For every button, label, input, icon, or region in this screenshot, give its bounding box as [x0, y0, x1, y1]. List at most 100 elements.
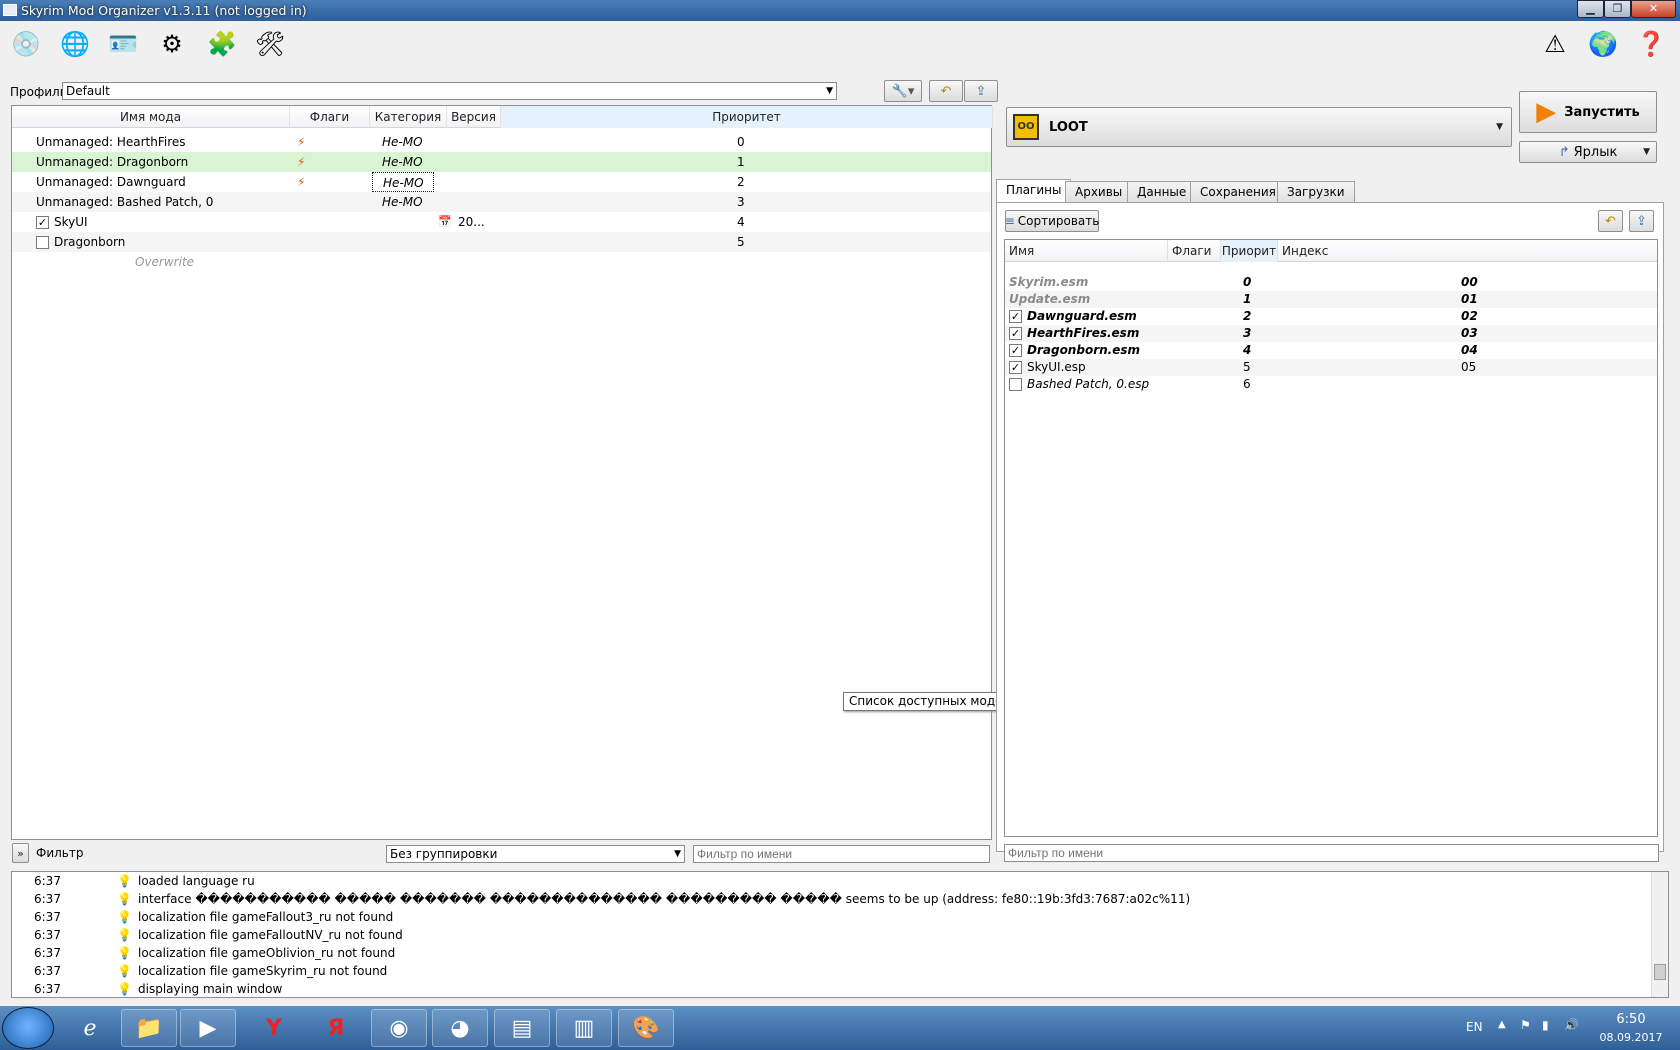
table-row[interactable]: Unmanaged: Dragonborn ⚡ Не-МО 1: [12, 152, 991, 172]
mod-name: Unmanaged: HearthFires: [36, 135, 186, 149]
volume-icon[interactable]: 🔊: [1564, 1018, 1579, 1032]
plugin-checkbox[interactable]: ✓: [1009, 327, 1022, 340]
table-row[interactable]: Dragonborn 5: [12, 232, 991, 252]
profiles-icon[interactable]: 🪪: [105, 27, 141, 61]
mod-checkbox[interactable]: [36, 236, 49, 249]
col-version[interactable]: Версия: [447, 106, 501, 128]
monitor-app-icon[interactable]: ◉: [371, 1009, 427, 1047]
mod-filter-input[interactable]: [693, 845, 990, 863]
col-plugin-flags[interactable]: Флаги: [1168, 240, 1221, 262]
explorer-icon[interactable]: 📁: [121, 1009, 177, 1047]
col-plugin-index[interactable]: Индекс: [1278, 240, 1659, 262]
sort-button[interactable]: ≡ Сортировать: [1005, 210, 1099, 232]
flag-icon: ⚡: [297, 135, 306, 149]
table-row[interactable]: Bashed Patch, 0.esp 6: [1005, 376, 1657, 393]
table-row[interactable]: Skyrim.esm 0 00: [1005, 274, 1657, 291]
tools-icon[interactable]: 🧩: [204, 27, 240, 61]
export-button[interactable]: ⇪: [964, 80, 998, 102]
table-row[interactable]: Unmanaged: HearthFires ⚡ Не-МО 0: [12, 132, 991, 152]
table-row[interactable]: Overwrite: [12, 252, 991, 272]
executables-gear-icon[interactable]: ⚙: [154, 27, 190, 61]
shortcut-button[interactable]: ↱ Ярлык ▼: [1519, 141, 1657, 163]
warning-icon[interactable]: ⚠: [1537, 27, 1573, 61]
plugin-checkbox[interactable]: ✓: [1009, 361, 1022, 374]
plugin-list[interactable]: Имя Флаги Приорит Индекс Skyrim.esm 0 00…: [1004, 239, 1658, 837]
log-entry: 6:37 💡 interface ����������� ����� �������…: [12, 890, 1632, 908]
mod-checkbox[interactable]: ✓: [36, 216, 49, 229]
log-time: 6:37: [34, 910, 61, 924]
mod-tools-button[interactable]: 🔧▾: [884, 80, 922, 102]
settings-icon[interactable]: 🛠: [252, 27, 288, 61]
run-label: Запустить: [1564, 104, 1640, 120]
table-row[interactable]: Update.esm 1 01: [1005, 291, 1657, 308]
undo-button[interactable]: ↶: [929, 80, 963, 102]
mod-priority: 5: [737, 235, 745, 249]
col-plugin-name[interactable]: Имя: [1005, 240, 1168, 262]
mod-organizer-task-icon[interactable]: ▥: [556, 1009, 612, 1047]
installer-icon[interactable]: 💿: [8, 27, 44, 61]
tray-expand-icon[interactable]: ▲: [1498, 1019, 1506, 1030]
tab-downloads[interactable]: Загрузки: [1277, 181, 1355, 202]
plugin-priority: 5: [1243, 360, 1251, 374]
mod-list[interactable]: Имя мода Флаги Категория Версия Приорите…: [11, 105, 993, 840]
clock-date[interactable]: 08.09.2017: [1598, 1031, 1664, 1044]
run-button[interactable]: ▶ Запустить: [1519, 91, 1657, 133]
plugin-checkbox[interactable]: ✓: [1009, 344, 1022, 357]
shortcut-label: Ярлык: [1573, 144, 1618, 160]
profile-select[interactable]: Default ▼: [62, 82, 837, 100]
table-row[interactable]: ✓ SkyUI.esp 5 05: [1005, 359, 1657, 376]
mod-name: Unmanaged: Dawnguard: [36, 175, 186, 189]
close-button[interactable]: ✕: [1631, 0, 1676, 18]
plugin-export-button[interactable]: ⇪: [1629, 210, 1654, 232]
media-player-icon[interactable]: ▶: [180, 1009, 236, 1047]
log-time: 6:37: [34, 946, 61, 960]
col-category[interactable]: Категория: [370, 106, 447, 128]
language-indicator[interactable]: EN: [1466, 1020, 1483, 1034]
col-plugin-priority[interactable]: Приорит: [1221, 240, 1278, 262]
log-scrollbar[interactable]: [1651, 872, 1668, 997]
table-row[interactable]: ✓ SkyUI 📅 20... 4: [12, 212, 991, 232]
col-priority[interactable]: Приоритет: [501, 106, 993, 128]
plugin-checkbox[interactable]: ✓: [1009, 310, 1022, 323]
ie-icon[interactable]: ℯ: [62, 1009, 118, 1047]
mod-list-header: Имя мода Флаги Категория Версия Приорите…: [12, 106, 993, 128]
network-icon[interactable]: ▮: [1542, 1018, 1549, 1032]
col-mod-name[interactable]: Имя мода: [12, 106, 290, 128]
grouping-select[interactable]: Без группировки ▼: [386, 845, 685, 863]
yandex-browser-icon[interactable]: Y: [246, 1009, 302, 1047]
nexus-globe-icon[interactable]: 🌐: [57, 27, 93, 61]
table-row[interactable]: ✓ Dawnguard.esm 2 02: [1005, 308, 1657, 325]
winrar-icon[interactable]: ▤: [494, 1009, 550, 1047]
minimize-button[interactable]: ▁: [1577, 0, 1604, 18]
tab-plugins[interactable]: Плагины: [996, 179, 1072, 203]
chevron-down-icon: ▼: [826, 86, 833, 96]
table-row[interactable]: Unmanaged: Bashed Patch, 0 Не-МО 3: [12, 192, 991, 212]
plugin-checkbox[interactable]: [1009, 378, 1022, 391]
flag-icon[interactable]: ⚑: [1520, 1018, 1531, 1032]
mod-category: Не-МО: [382, 135, 423, 149]
col-flags[interactable]: Флаги: [290, 106, 370, 128]
help-icon[interactable]: ❓: [1633, 27, 1669, 61]
picasa-icon[interactable]: ◕: [432, 1009, 488, 1047]
maximize-button[interactable]: ❐: [1604, 0, 1631, 18]
scrollbar-thumb[interactable]: [1654, 964, 1666, 980]
executable-select[interactable]: OO LOOT ▼: [1006, 107, 1512, 147]
tab-archives[interactable]: Архивы: [1065, 181, 1133, 202]
table-row[interactable]: ✓ HearthFires.esm 3 03: [1005, 325, 1657, 342]
table-row[interactable]: Unmanaged: Dawnguard ⚡ Не-МО 2: [12, 172, 991, 192]
plugin-name: SkyUI.esp: [1027, 360, 1086, 374]
table-row[interactable]: ✓ Dragonborn.esm 4 04: [1005, 342, 1657, 359]
start-button[interactable]: [2, 1007, 54, 1049]
yandex-icon[interactable]: Я: [308, 1009, 364, 1047]
plugin-filter-input[interactable]: [1004, 844, 1659, 862]
clock-time[interactable]: 6:50: [1606, 1012, 1656, 1027]
log-panel[interactable]: 6:37 💡 loaded language ru 6:37 💡 interface �…: [11, 871, 1669, 998]
plugin-name: Update.esm: [1009, 292, 1091, 306]
update-icon[interactable]: 🌍: [1585, 27, 1621, 61]
plugin-restore-button[interactable]: ↶: [1598, 210, 1623, 232]
plugin-name: Skyrim.esm: [1009, 275, 1089, 289]
filter-toggle-button[interactable]: »: [12, 843, 29, 863]
tab-data[interactable]: Данные: [1127, 181, 1197, 202]
tab-saves[interactable]: Сохранения: [1190, 181, 1286, 202]
paint-icon[interactable]: 🎨: [618, 1009, 674, 1047]
